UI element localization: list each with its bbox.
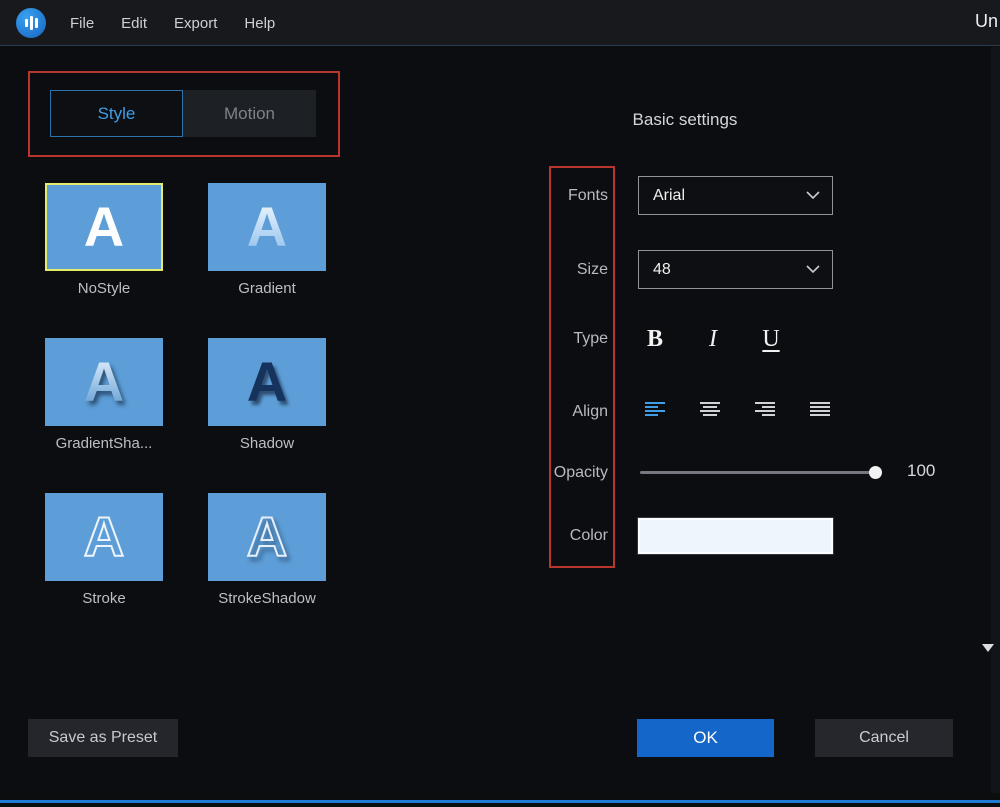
vertical-scrollbar[interactable] bbox=[991, 47, 1000, 793]
style-tile-gradient[interactable]: A bbox=[208, 183, 326, 271]
app-logo-icon bbox=[16, 8, 46, 38]
menu-export[interactable]: Export bbox=[174, 15, 217, 32]
type-label: Type bbox=[498, 322, 608, 356]
tab-motion[interactable]: Motion bbox=[183, 90, 316, 137]
style-preset-gradientshadow: A GradientSha... bbox=[45, 338, 163, 452]
text-style-dialog: Style Motion A NoStyle A Gradient A bbox=[0, 47, 1000, 793]
opacity-slider-track[interactable] bbox=[640, 471, 882, 474]
style-preset-stroke: A Stroke bbox=[45, 493, 163, 607]
chevron-down-icon bbox=[806, 265, 820, 274]
menu-file[interactable]: File bbox=[70, 15, 94, 32]
logo-bar bbox=[25, 19, 28, 27]
menu-items: File Edit Export Help bbox=[70, 0, 275, 46]
ok-button[interactable]: OK bbox=[637, 719, 774, 757]
menu-help[interactable]: Help bbox=[244, 15, 275, 32]
style-glyph: A bbox=[247, 509, 287, 565]
style-preset-shadow: A Shadow bbox=[208, 338, 326, 452]
align-left-icon[interactable] bbox=[645, 402, 665, 418]
style-tile-label: Stroke bbox=[45, 590, 163, 607]
style-tile-gradientshadow[interactable]: A bbox=[45, 338, 163, 426]
style-tile-label: Gradient bbox=[208, 280, 326, 297]
align-center-icon[interactable] bbox=[700, 402, 720, 418]
style-presets: A NoStyle A Gradient A GradientSha... A bbox=[45, 183, 326, 607]
style-preset-strokeshadow: A StrokeShadow bbox=[208, 493, 326, 607]
basic-settings-title: Basic settings bbox=[555, 110, 815, 130]
menu-edit[interactable]: Edit bbox=[121, 15, 147, 32]
logo-bar bbox=[30, 16, 33, 30]
bold-button[interactable]: B bbox=[640, 322, 670, 356]
scrollbar-arrow-icon[interactable] bbox=[982, 644, 994, 652]
underline-button[interactable]: U bbox=[756, 322, 786, 356]
style-tile-label: Shadow bbox=[208, 435, 326, 452]
font-dropdown-value: Arial bbox=[639, 187, 806, 205]
style-tile-nostyle[interactable]: A bbox=[45, 183, 163, 271]
cancel-button[interactable]: Cancel bbox=[815, 719, 953, 757]
style-tile-label: NoStyle bbox=[45, 280, 163, 297]
fonts-label: Fonts bbox=[498, 176, 608, 215]
style-tile-stroke[interactable]: A bbox=[45, 493, 163, 581]
style-tile-shadow[interactable]: A bbox=[208, 338, 326, 426]
style-preset-gradient: A Gradient bbox=[208, 183, 326, 297]
color-swatch[interactable] bbox=[638, 518, 833, 554]
style-glyph: A bbox=[84, 199, 124, 255]
menubar: File Edit Export Help Un bbox=[0, 0, 1000, 46]
annotation-labels-box bbox=[549, 166, 615, 568]
align-label: Align bbox=[498, 398, 608, 426]
app-window: File Edit Export Help Un Style Motion A … bbox=[0, 0, 1000, 807]
bottom-strip bbox=[0, 793, 1000, 807]
style-tile-label: GradientSha... bbox=[45, 435, 163, 452]
chevron-down-icon bbox=[806, 191, 820, 200]
opacity-label: Opacity bbox=[498, 458, 608, 488]
opacity-slider-handle[interactable] bbox=[869, 466, 882, 479]
italic-button[interactable]: I bbox=[698, 322, 728, 356]
window-title: Un bbox=[975, 11, 998, 32]
logo-bar bbox=[35, 18, 38, 28]
font-dropdown[interactable]: Arial bbox=[638, 176, 833, 215]
style-preset-nostyle: A NoStyle bbox=[45, 183, 163, 297]
size-dropdown-value: 48 bbox=[639, 261, 806, 279]
save-as-preset-button[interactable]: Save as Preset bbox=[28, 719, 178, 757]
style-glyph: A bbox=[84, 509, 124, 565]
align-buttons bbox=[645, 402, 830, 418]
align-right-icon[interactable] bbox=[755, 402, 775, 418]
style-tile-label: StrokeShadow bbox=[208, 590, 326, 607]
size-dropdown[interactable]: 48 bbox=[638, 250, 833, 289]
type-buttons: B I U bbox=[640, 322, 786, 356]
color-label: Color bbox=[498, 518, 608, 554]
align-justify-icon[interactable] bbox=[810, 402, 830, 418]
tab-style[interactable]: Style bbox=[50, 90, 183, 137]
opacity-value: 100 bbox=[907, 461, 935, 481]
style-tile-strokeshadow[interactable]: A bbox=[208, 493, 326, 581]
bottom-blue-line bbox=[0, 800, 1000, 803]
size-label: Size bbox=[498, 250, 608, 289]
style-glyph: A bbox=[247, 354, 287, 410]
style-glyph: A bbox=[247, 199, 287, 255]
tab-bar: Style Motion bbox=[50, 90, 316, 137]
style-glyph: A bbox=[84, 354, 124, 410]
